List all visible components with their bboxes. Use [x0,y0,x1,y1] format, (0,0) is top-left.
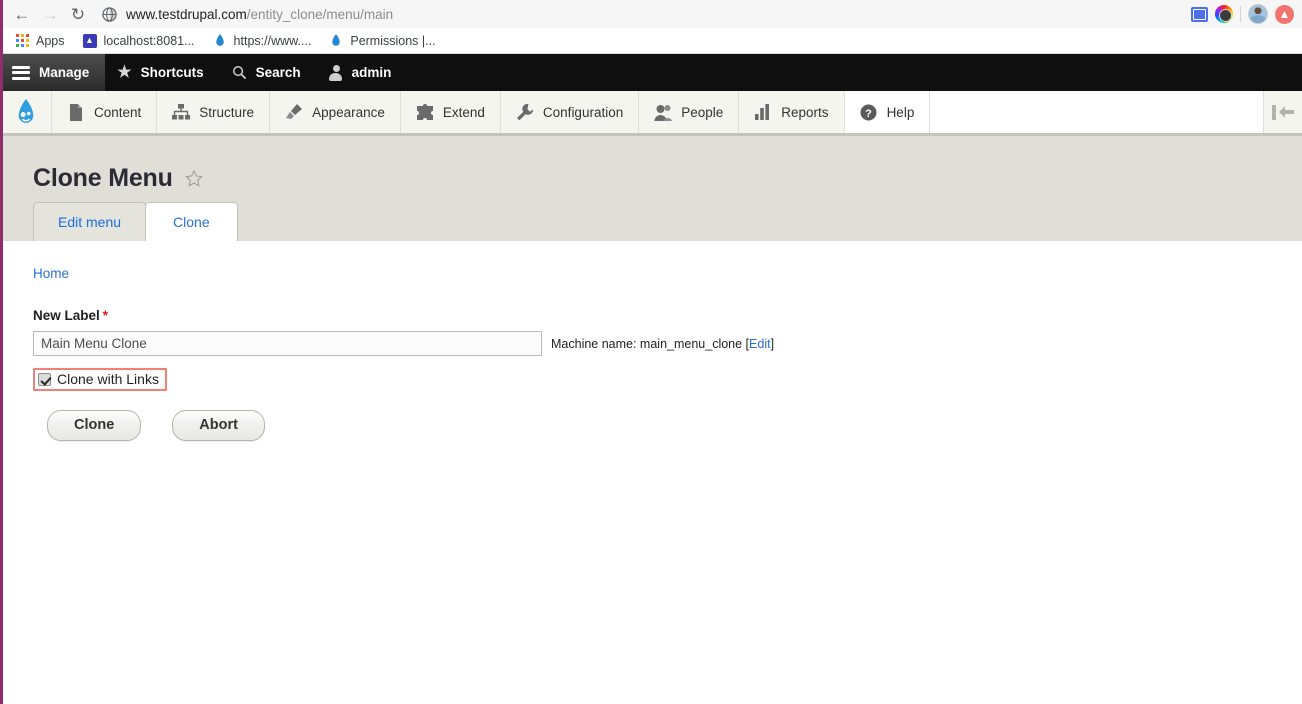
bookmark-permissions[interactable]: Permissions |... [325,32,443,50]
menu-item-label: Content [94,104,142,120]
url-path: /entity_clone/menu/main [246,6,394,22]
breadcrumb: Home [33,265,1302,283]
page-header-band: Clone Menu Edit menu Clone [0,136,1302,241]
tab-label: Clone [173,213,210,230]
tab-label: Edit menu [58,213,122,230]
menu-item-structure[interactable]: Structure [157,91,271,133]
bookmark-label: Apps [36,33,65,48]
new-label-text: New Label [33,308,100,323]
tab-edit-menu[interactable]: Edit menu [33,201,147,241]
clone-with-links-checkbox-group[interactable]: Clone with Links [33,368,167,391]
localhost-favicon: ▲ [82,33,97,48]
file-icon [67,103,85,121]
drupal-admin-menu: Content Structure Appearance Extend Conf… [0,91,1302,136]
profile-avatar[interactable] [1248,4,1268,24]
bar-chart-icon [754,103,772,121]
menu-item-configuration[interactable]: Configuration [501,91,640,133]
address-bar[interactable]: www.testdrupal.com/entity_clone/menu/mai… [102,3,1191,25]
update-arrow-icon[interactable]: ▲ [1275,4,1294,24]
bookmark-apps[interactable]: Apps [12,32,73,50]
menu-item-label: Configuration [542,104,624,120]
hamburger-icon [12,65,30,80]
page-tabs: Edit menu Clone [0,191,1302,241]
clone-with-links-label: Clone with Links [57,371,159,387]
bookmark-localhost[interactable]: ▲ localhost:8081... [79,32,203,50]
brush-icon [285,103,303,121]
main-content: Home New Label* Machine name: main_menu_… [0,241,1302,704]
new-label-field-row: Machine name: main_menu_clone [Edit] [33,331,1302,356]
person-icon [329,65,343,81]
extension-icon-rainbow[interactable] [1215,5,1233,23]
drupal-admin-toolbar: Manage ★ Shortcuts Search admin [0,54,1302,91]
tab-clone[interactable]: Clone [145,201,238,241]
menu-item-people[interactable]: People [639,91,740,133]
page-title: Clone Menu [33,164,173,192]
toolbar-item-manage[interactable]: Manage [0,54,106,91]
page-title-row: Clone Menu [0,136,1302,191]
menu-item-label: Reports [781,104,829,120]
toolbar-item-label: Manage [39,65,90,80]
svg-text:?: ? [865,107,872,119]
toolbar-item-search[interactable]: Search [220,54,317,91]
required-marker: * [102,308,109,323]
menu-item-label: Extend [442,104,485,120]
toolbar-item-label: Search [255,65,301,80]
collapse-toolbar-icon[interactable] [1264,91,1302,133]
apps-grid-icon [16,34,29,47]
menu-item-appearance[interactable]: Appearance [270,91,401,133]
menu-spacer [930,91,1264,133]
reload-icon[interactable]: ↻ [64,2,92,26]
drupal-favicon [213,33,227,48]
bookmarks-bar: Apps ▲ localhost:8081... https://www.... [0,28,1302,54]
menu-item-help[interactable]: ? Help [844,91,931,133]
forward-arrow-icon[interactable]: → [36,2,64,26]
search-icon [232,65,247,80]
clone-with-links-checkbox[interactable] [38,372,51,386]
drupal-logo[interactable] [0,91,52,133]
question-mark-icon: ? [860,103,878,121]
machine-name-prefix: Machine name: main_menu_clone [ [551,336,750,351]
menu-item-extend[interactable]: Extend [401,91,501,133]
browser-window: ← → ↻ www.testdrupal.com/entity_clone/me… [0,0,1302,704]
star-icon: ★ [117,63,132,81]
extension-icon-blue[interactable] [1191,6,1208,22]
toolbar-item-label: admin [351,65,392,80]
url-domain: www.testdrupal.com [126,6,247,22]
form-actions: Clone Abort [33,410,1302,442]
star-outline-icon[interactable] [184,169,203,188]
machine-name-edit-link[interactable]: Edit [749,337,771,351]
wrench-icon [516,103,534,121]
menu-item-label: People [681,104,724,120]
new-label-input[interactable] [33,331,542,356]
window-left-edge [0,0,3,704]
bookmark-https-www[interactable]: https://www.... [209,32,320,50]
toolbar-divider [1240,6,1241,22]
bookmark-label: localhost:8081... [103,33,195,48]
new-label-field-label: New Label * [33,308,1302,323]
globe-icon [102,6,117,22]
people-icon [654,103,673,121]
breadcrumb-link-home[interactable]: Home [33,266,69,281]
toolbar-item-admin[interactable]: admin [317,54,408,91]
toolbar-item-shortcuts[interactable]: ★ Shortcuts [105,54,219,91]
menu-item-label: Appearance [312,104,385,120]
puzzle-icon [416,103,434,121]
toolbar-item-label: Shortcuts [140,65,204,80]
structure-icon [172,103,191,121]
menu-item-reports[interactable]: Reports [739,91,845,133]
machine-name-suffix: ] [770,336,775,351]
bookmark-label: Permissions |... [350,33,436,48]
menu-item-label: Help [886,104,915,120]
menu-item-label: Structure [199,104,255,120]
menu-item-content[interactable]: Content [52,91,158,133]
back-arrow-icon[interactable]: ← [8,2,36,26]
bookmark-label: https://www.... [233,33,312,48]
abort-button[interactable]: Abort [172,410,265,442]
browser-toolbar: ← → ↻ www.testdrupal.com/entity_clone/me… [0,0,1302,28]
machine-name-text: Machine name: main_menu_clone [Edit] [551,337,774,351]
clone-button[interactable]: Clone [47,410,142,442]
drupal-favicon [329,33,343,48]
browser-actions: ▲ [1191,4,1302,24]
